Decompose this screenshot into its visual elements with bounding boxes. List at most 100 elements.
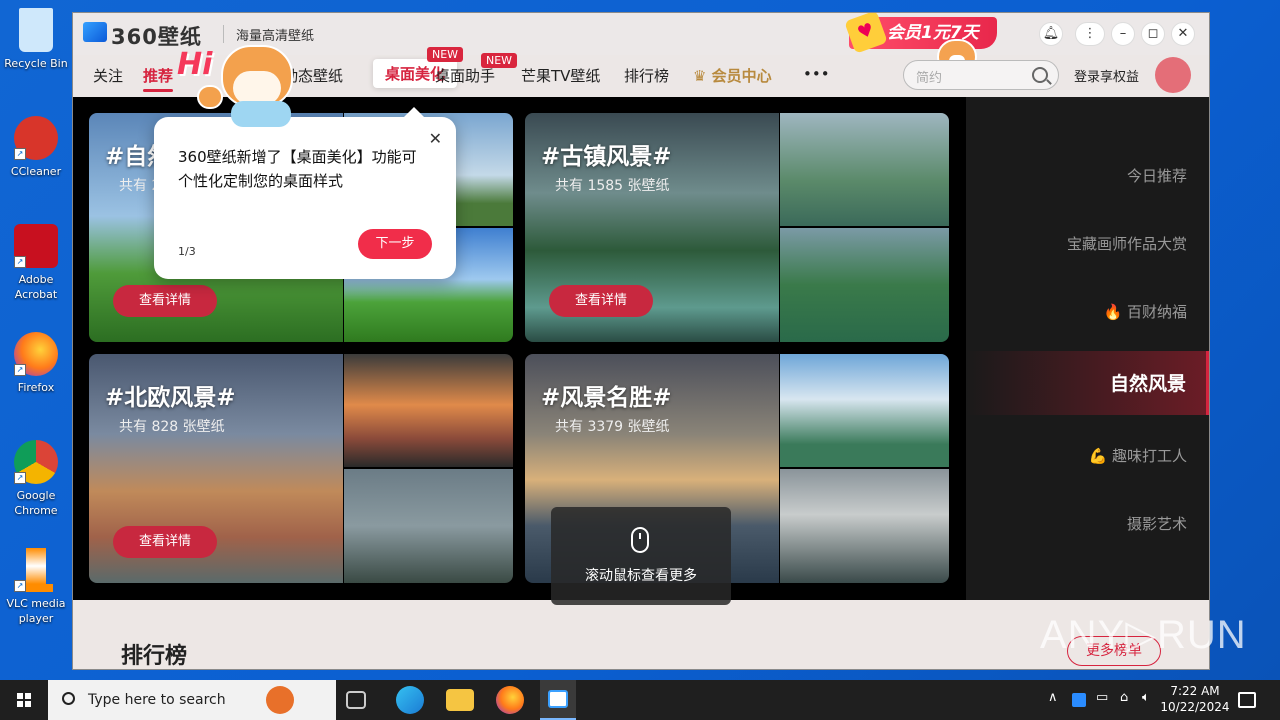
- minimize-button[interactable]: –: [1111, 22, 1135, 46]
- desktop-icon-chrome[interactable]: ↗ Google Chrome: [4, 440, 68, 518]
- tooltip-text: 360壁纸新增了【桌面美化】功能可个性化定制您的桌面样式: [178, 148, 417, 190]
- sidebar-item-worker[interactable]: 💪 趣味打工人: [1089, 445, 1187, 466]
- mascot-greeting: Hi: [177, 47, 213, 82]
- next-step-button[interactable]: 下一步: [358, 229, 432, 259]
- card-thumb: [779, 113, 949, 227]
- clock[interactable]: 7:22 AM 10/22/2024: [1160, 683, 1230, 715]
- app-window: 360壁纸 海量高清壁纸 ♥ 会员1元7天 🔔︎ ⋮ – ◻ ✕ 关注 推荐 动…: [72, 12, 1210, 670]
- paw-icon: [197, 85, 223, 109]
- nav-follow[interactable]: 关注: [93, 65, 123, 86]
- edge-icon[interactable]: [396, 686, 424, 714]
- close-button[interactable]: ✕: [1171, 22, 1195, 46]
- search-icon[interactable]: [1032, 67, 1048, 83]
- card-title: #风景名胜#: [541, 385, 672, 411]
- new-badge: NEW: [481, 53, 518, 68]
- clock-time: 7:22 AM: [1170, 684, 1220, 698]
- search-placeholder: 简约: [916, 71, 943, 86]
- desktop-icon-label: VLC media player: [6, 597, 66, 625]
- notification-center-icon[interactable]: [1238, 692, 1256, 708]
- card-thumb: [779, 354, 949, 468]
- app-icon: [548, 690, 568, 708]
- windows-icon: [17, 693, 31, 707]
- file-explorer-icon[interactable]: [446, 689, 474, 711]
- notification-bell-icon[interactable]: 🔔︎: [1039, 22, 1063, 46]
- scroll-hint-text: 滚动鼠标查看更多: [585, 568, 697, 584]
- desktop-icon-recycle-bin[interactable]: Recycle Bin: [4, 8, 68, 71]
- sidebar-item-fortune[interactable]: 🔥 百财纳福: [1104, 301, 1187, 322]
- taskbar-search-placeholder: Type here to search: [88, 692, 226, 708]
- shiba-body: [231, 101, 291, 127]
- sidebar-item-today[interactable]: 今日推荐: [1127, 165, 1187, 186]
- chevron-up-icon[interactable]: ∧: [1048, 690, 1058, 705]
- vlc-icon: ↗: [14, 548, 58, 592]
- desktop-icon-label: CCleaner: [10, 165, 62, 178]
- sidebar-item-photography[interactable]: 摄影艺术: [1127, 513, 1187, 534]
- 360-wallpaper-taskbar-button[interactable]: [540, 680, 576, 720]
- battery-icon[interactable]: ▭: [1096, 690, 1108, 705]
- nav-more[interactable]: •••: [803, 65, 830, 83]
- mascot: Hi: [177, 39, 307, 129]
- ccleaner-icon: ↗: [14, 116, 58, 160]
- tooltip-step: 1/3: [178, 245, 196, 258]
- card-count: 共有 1585 张壁纸: [555, 178, 670, 194]
- card-thumb: [779, 228, 949, 342]
- close-icon[interactable]: ✕: [429, 129, 442, 148]
- vip-promo-banner[interactable]: ♥ 会员1元7天: [844, 13, 997, 54]
- category-sidebar: 今日推荐 宝藏画师作品大赏 🔥 百财纳福 自然风景 💪 趣味打工人 摄影艺术: [966, 97, 1209, 600]
- clock-date: 10/22/2024: [1160, 700, 1230, 714]
- acrobat-icon: ↗: [14, 224, 58, 268]
- card-thumb: [343, 354, 513, 468]
- card-thumb: [779, 469, 949, 583]
- mouse-icon: [631, 527, 649, 553]
- view-details-button[interactable]: 查看详情: [113, 285, 217, 317]
- logo-icon: [83, 22, 107, 42]
- view-details-button[interactable]: 查看详情: [549, 285, 653, 317]
- nav-desktop-assistant[interactable]: 桌面助手 NEW: [435, 53, 518, 86]
- desktop-icon-label: Firefox: [17, 381, 55, 394]
- nav-recommend[interactable]: 推荐: [143, 65, 174, 92]
- network-icon[interactable]: ⌂: [1120, 690, 1128, 705]
- firefox-icon: ↗: [14, 332, 58, 376]
- tray-app-icon[interactable]: [1072, 693, 1086, 707]
- view-details-button[interactable]: 查看详情: [113, 526, 217, 558]
- heart-icon: ♥: [844, 13, 888, 54]
- nav-mango-tv[interactable]: 芒果TV壁纸: [521, 65, 600, 86]
- taskbar: Type here to search ∧ ▭ ⌂ 🔈︎ 7:22 AM 10/…: [0, 680, 1280, 720]
- firefox-icon[interactable]: [496, 686, 524, 714]
- sidebar-item-label: 自然风景: [1109, 373, 1186, 395]
- search-input[interactable]: 简约: [903, 60, 1059, 90]
- card-title: #北欧风景#: [105, 385, 236, 411]
- desktop-icon-vlc[interactable]: ↗ VLC media player: [4, 548, 68, 626]
- settings-icon[interactable]: ⋮: [1075, 22, 1105, 46]
- watermark: ANY▷RUN: [1040, 613, 1247, 657]
- nav-vip-center[interactable]: ♛ 会员中心: [693, 65, 772, 86]
- basketball-icon: [266, 686, 294, 714]
- crown-icon: ♛: [693, 67, 712, 85]
- desktop-icon-label: Adobe Acrobat: [14, 273, 58, 301]
- maximize-button[interactable]: ◻: [1141, 22, 1165, 46]
- card-title: #古镇风景#: [541, 144, 672, 170]
- login-link[interactable]: 登录享权益: [1074, 66, 1139, 85]
- recycle-bin-icon: [19, 8, 53, 52]
- topic-card[interactable]: #古镇风景# 共有 1585 张壁纸 查看详情: [525, 113, 949, 342]
- card-count: 共有 828 张壁纸: [119, 419, 225, 435]
- scroll-hint: 滚动鼠标查看更多: [551, 507, 731, 605]
- sidebar-item-nature[interactable]: 自然风景: [966, 351, 1209, 415]
- ranking-title: 排行榜: [121, 644, 188, 669]
- desktop-icon-adobe-acrobat[interactable]: ↗ Adobe Acrobat: [4, 224, 68, 302]
- new-badge: NEW: [427, 47, 464, 62]
- topic-card[interactable]: #北欧风景# 共有 828 张壁纸 查看详情: [89, 354, 513, 583]
- task-view-icon[interactable]: [346, 691, 366, 709]
- sidebar-item-artist-showcase[interactable]: 宝藏画师作品大赏: [1067, 233, 1187, 254]
- volume-icon[interactable]: 🔈︎: [1142, 690, 1150, 705]
- start-button[interactable]: [0, 680, 48, 720]
- avatar[interactable]: [1155, 57, 1191, 93]
- desktop-icon-firefox[interactable]: ↗ Firefox: [4, 332, 68, 395]
- card-count: 共有 3379 张壁纸: [555, 419, 670, 435]
- taskbar-search[interactable]: Type here to search: [48, 680, 336, 720]
- shiba-face: [233, 71, 281, 105]
- desktop-icon-ccleaner[interactable]: ↗ CCleaner: [4, 116, 68, 179]
- nav-ranking[interactable]: 排行榜: [624, 65, 669, 86]
- desktop-icon-label: Recycle Bin: [4, 57, 68, 70]
- feature-tooltip: 360壁纸新增了【桌面美化】功能可个性化定制您的桌面样式 ✕ 1/3 下一步: [154, 107, 456, 279]
